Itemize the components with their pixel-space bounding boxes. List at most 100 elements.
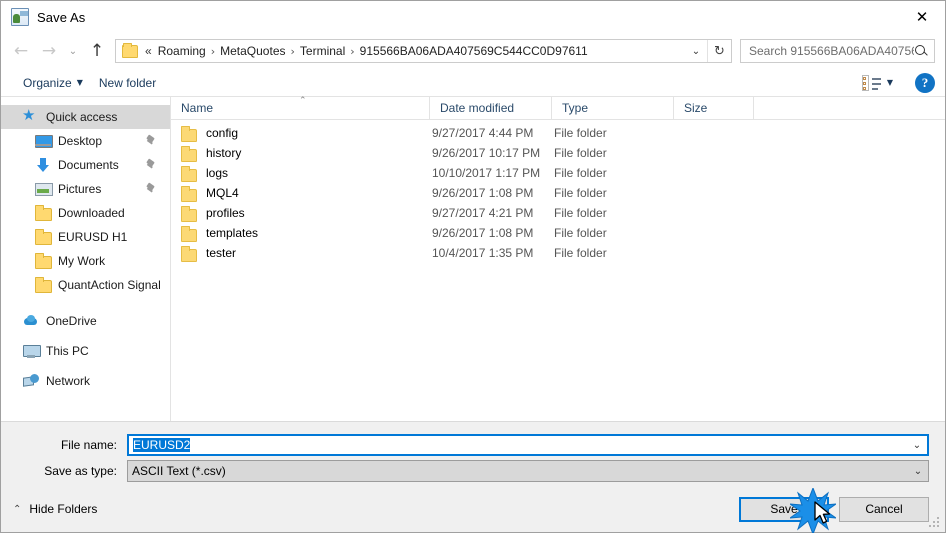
sort-ascending-icon: ⌃ xyxy=(299,96,307,106)
column-header-size[interactable]: Size xyxy=(674,96,754,120)
file-name-input[interactable]: EURUSD2 ⌄ xyxy=(127,434,929,456)
sidebar-item-label: Quick access xyxy=(46,110,118,124)
address-bar[interactable]: « Roaming › MetaQuotes › Terminal › 9155… xyxy=(115,39,732,63)
sidebar-item-label: My Work xyxy=(58,254,106,268)
table-row[interactable]: history 9/26/2017 10:17 PM File folder xyxy=(171,143,945,163)
sidebar-item-label: Downloaded xyxy=(58,206,125,220)
title-bar: Save As ✕ xyxy=(1,1,945,33)
save-button[interactable]: Save xyxy=(739,496,829,522)
file-date-cell: 9/26/2017 1:08 PM xyxy=(432,226,534,240)
file-type-cell: File folder xyxy=(554,166,607,180)
sidebar-item-desktop[interactable]: Desktop xyxy=(1,129,170,153)
sidebar-item-label: QuantAction Signal xyxy=(58,278,161,292)
file-type-cell: File folder xyxy=(554,146,607,160)
cancel-button[interactable]: Cancel xyxy=(839,496,929,522)
sidebar-item-this-pc[interactable]: This PC xyxy=(1,339,170,363)
pin-icon xyxy=(145,160,156,171)
file-name-cell: config xyxy=(171,125,430,142)
star-icon xyxy=(22,106,39,125)
dialog-footer: ⌃ Hide Folders Save Cancel xyxy=(1,486,945,532)
sidebar-item-label: Documents xyxy=(58,158,119,172)
sidebar-item-label: Desktop xyxy=(58,134,103,148)
save-as-type-select[interactable]: ASCII Text (*.csv) ⌄ xyxy=(127,460,929,482)
sidebar-item-label: EURUSD H1 xyxy=(58,230,128,244)
hide-folders-label: Hide Folders xyxy=(29,502,98,516)
view-list-icon xyxy=(861,74,882,91)
table-row[interactable]: tester 10/4/2017 1:35 PM File folder xyxy=(171,243,945,263)
chevron-down-icon[interactable]: ⌄ xyxy=(908,461,928,481)
chevron-down-icon[interactable]: ⌄ xyxy=(907,436,927,454)
sidebar-item-quantaction-signal[interactable]: QuantAction Signal xyxy=(1,273,170,297)
file-name-label: history xyxy=(206,146,242,160)
sidebar-item-my-work[interactable]: My Work xyxy=(1,249,170,273)
file-name-label: config xyxy=(206,126,239,140)
save-as-type-label: Save as type: xyxy=(44,464,117,478)
folder-icon xyxy=(181,185,197,202)
column-header-date-modified[interactable]: Date modified xyxy=(430,96,552,120)
breadcrumb-overflow-icon[interactable]: « xyxy=(142,44,155,58)
file-type-cell: File folder xyxy=(554,226,607,240)
table-row[interactable]: templates 9/26/2017 1:08 PM File folder xyxy=(171,223,945,243)
file-date-cell: 9/27/2017 4:21 PM xyxy=(432,206,534,220)
sidebar-item-network[interactable]: Network xyxy=(1,369,170,393)
table-row[interactable]: config 9/27/2017 4:44 PM File folder xyxy=(171,123,945,143)
column-header-type[interactable]: Type xyxy=(552,96,674,120)
file-name-cell: profiles xyxy=(171,205,430,222)
breadcrumb-item-terminal[interactable]: Terminal xyxy=(297,44,348,58)
breadcrumb-item-terminal-id[interactable]: 915566BA06ADA407569C544CC0D97611 xyxy=(357,44,591,58)
folder-icon xyxy=(181,145,197,162)
sidebar-item-label: Pictures xyxy=(58,182,102,196)
file-date-cell: 9/26/2017 10:17 PM xyxy=(432,146,541,160)
new-folder-label: New folder xyxy=(98,75,157,90)
pin-icon xyxy=(145,136,156,147)
change-view-button[interactable]: ▼ xyxy=(854,72,901,94)
dialog-body: Quick access Desktop Documents Pictures … xyxy=(1,96,945,421)
table-row[interactable]: profiles 9/27/2017 4:21 PM File folder xyxy=(171,203,945,223)
file-name-label: profiles xyxy=(206,206,245,220)
file-rows: config 9/27/2017 4:44 PM File folder his… xyxy=(171,120,945,421)
folder-icon xyxy=(122,42,138,58)
onedrive-icon xyxy=(23,313,39,329)
search-input[interactable]: Search 915566BA06ADA40756... xyxy=(749,44,914,58)
help-icon[interactable]: ? xyxy=(915,72,935,93)
up-icon[interactable]: ↑ xyxy=(83,37,111,65)
file-name-cell: logs xyxy=(171,165,430,182)
file-date-cell: 9/27/2017 4:44 PM xyxy=(432,126,534,140)
close-icon[interactable]: ✕ xyxy=(899,1,945,32)
new-folder-button[interactable]: New folder xyxy=(91,72,164,94)
breadcrumb-item-roaming[interactable]: Roaming xyxy=(155,44,209,58)
breadcrumb-item-metaquotes[interactable]: MetaQuotes xyxy=(217,44,288,58)
resize-grip[interactable] xyxy=(929,517,941,529)
hide-folders-button[interactable]: ⌃ Hide Folders xyxy=(13,502,97,516)
file-date-cell: 9/26/2017 1:08 PM xyxy=(432,186,534,200)
folder-icon xyxy=(35,229,52,245)
desktop-icon xyxy=(35,133,53,149)
forward-icon[interactable]: → xyxy=(35,37,63,65)
file-name-selected-text: EURUSD2 xyxy=(133,438,191,452)
address-chevron-down-icon[interactable]: ⌄ xyxy=(685,40,707,62)
table-row[interactable]: logs 10/10/2017 1:17 PM File folder xyxy=(171,163,945,183)
folder-icon xyxy=(35,205,52,221)
file-name-row: File name: EURUSD2 ⌄ xyxy=(1,434,945,456)
breadcrumb: « Roaming › MetaQuotes › Terminal › 9155… xyxy=(142,44,685,58)
sidebar-item-quick-access[interactable]: Quick access xyxy=(1,105,170,129)
file-name-value[interactable]: EURUSD2 xyxy=(129,438,907,452)
search-icon xyxy=(914,44,928,58)
table-row[interactable]: MQL4 9/26/2017 1:08 PM File folder xyxy=(171,183,945,203)
file-date-cell: 10/10/2017 1:17 PM xyxy=(432,166,541,180)
refresh-icon[interactable]: ↻ xyxy=(707,40,731,62)
file-date-cell: 10/4/2017 1:35 PM xyxy=(432,246,534,260)
organize-button[interactable]: Organize ▼ xyxy=(15,72,91,94)
sidebar-item-downloaded[interactable]: Downloaded xyxy=(1,201,170,225)
sidebar-item-onedrive[interactable]: OneDrive xyxy=(1,309,170,333)
search-box[interactable]: Search 915566BA06ADA40756... xyxy=(740,39,935,63)
sidebar-item-pictures[interactable]: Pictures xyxy=(1,177,170,201)
recent-locations-chevron-down-icon[interactable]: ⌄ xyxy=(63,37,83,65)
file-name-label: tester xyxy=(206,246,237,260)
sidebar-item-documents[interactable]: Documents xyxy=(1,153,170,177)
file-type-cell: File folder xyxy=(554,126,607,140)
chevron-down-icon: ▼ xyxy=(76,78,83,87)
back-icon[interactable]: ← xyxy=(7,37,35,65)
sidebar-item-eurusd-h1[interactable]: EURUSD H1 xyxy=(1,225,170,249)
